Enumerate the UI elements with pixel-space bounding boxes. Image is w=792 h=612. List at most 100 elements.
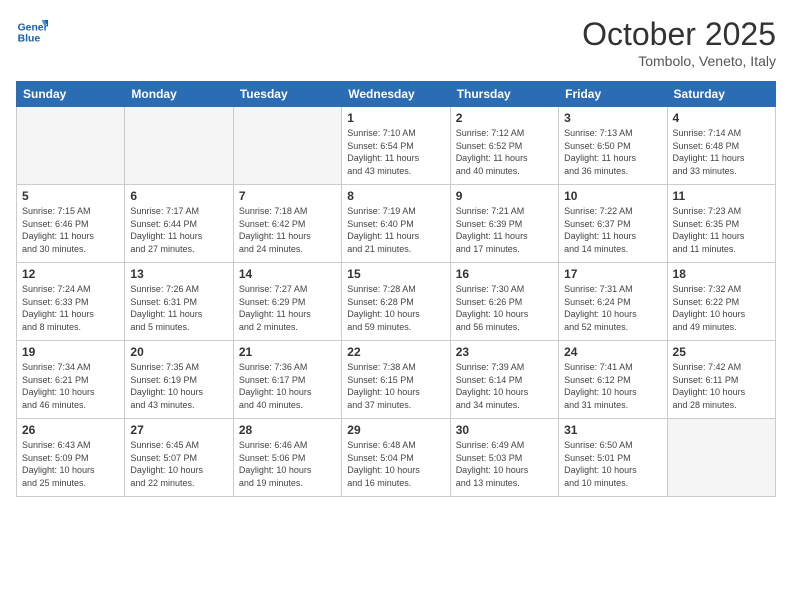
day-number: 14 (239, 267, 336, 281)
day-info: Sunrise: 7:38 AM Sunset: 6:15 PM Dayligh… (347, 361, 444, 411)
table-row: 24 Sunrise: 7:41 AM Sunset: 6:12 PM Dayli… (559, 341, 667, 419)
day-info: Sunrise: 7:21 AM Sunset: 6:39 PM Dayligh… (456, 205, 553, 255)
table-row: 19Sunrise: 7:34 AM Sunset: 6:21 PM Dayli… (17, 341, 125, 419)
table-row: 2Sunrise: 7:12 AM Sunset: 6:52 PM Daylig… (450, 107, 558, 185)
table-row: 31 Sunrise: 6:50 AM Sunset: 5:01 PM Dayli… (559, 419, 667, 497)
day-info: Sunrise: 6:43 AM Sunset: 5:09 PM Dayligh… (22, 439, 119, 489)
table-row: 6 Sunrise: 7:17 AM Sunset: 6:44 PM Daylig… (125, 185, 233, 263)
day-number: 15 (347, 267, 444, 281)
calendar-week-row: 5Sunrise: 7:15 AM Sunset: 6:46 PM Daylig… (17, 185, 776, 263)
day-info: Sunrise: 6:46 AM Sunset: 5:06 PM Dayligh… (239, 439, 336, 489)
table-row: 27 Sunrise: 6:45 AM Sunset: 5:07 PM Dayli… (125, 419, 233, 497)
table-row (233, 107, 341, 185)
table-row: 11Sunrise: 7:23 AM Sunset: 6:35 PM Dayli… (667, 185, 775, 263)
day-info: Sunrise: 7:14 AM Sunset: 6:48 PM Dayligh… (673, 127, 770, 177)
day-number: 5 (22, 189, 119, 203)
day-info: Sunrise: 7:10 AM Sunset: 6:54 PM Dayligh… (347, 127, 444, 177)
table-row: 29Sunrise: 6:48 AM Sunset: 5:04 PM Dayli… (342, 419, 450, 497)
day-number: 6 (130, 189, 227, 203)
table-row: 9 Sunrise: 7:21 AM Sunset: 6:39 PM Daylig… (450, 185, 558, 263)
calendar-subtitle: Tombolo, Veneto, Italy (582, 53, 776, 69)
table-row: 25 Sunrise: 7:42 AM Sunset: 6:11 PM Dayli… (667, 341, 775, 419)
table-row: 5Sunrise: 7:15 AM Sunset: 6:46 PM Daylig… (17, 185, 125, 263)
day-number: 24 (564, 345, 661, 359)
logo: General Blue (16, 16, 52, 48)
day-number: 30 (456, 423, 553, 437)
day-info: Sunrise: 6:50 AM Sunset: 5:01 PM Dayligh… (564, 439, 661, 489)
header-friday: Friday (559, 82, 667, 107)
day-number: 2 (456, 111, 553, 125)
day-number: 22 (347, 345, 444, 359)
calendar-title: October 2025 (582, 16, 776, 53)
day-info: Sunrise: 7:19 AM Sunset: 6:40 PM Dayligh… (347, 205, 444, 255)
day-info: Sunrise: 7:32 AM Sunset: 6:22 PM Dayligh… (673, 283, 770, 333)
table-row (667, 419, 775, 497)
day-info: Sunrise: 7:22 AM Sunset: 6:37 PM Dayligh… (564, 205, 661, 255)
table-row: 7Sunrise: 7:18 AM Sunset: 6:42 PM Daylig… (233, 185, 341, 263)
day-number: 17 (564, 267, 661, 281)
table-row: 3 Sunrise: 7:13 AM Sunset: 6:50 PM Daylig… (559, 107, 667, 185)
table-row: 18 Sunrise: 7:32 AM Sunset: 6:22 PM Dayli… (667, 263, 775, 341)
header: General Blue October 2025 Tombolo, Venet… (16, 16, 776, 69)
day-number: 10 (564, 189, 661, 203)
day-number: 31 (564, 423, 661, 437)
day-info: Sunrise: 7:36 AM Sunset: 6:17 PM Dayligh… (239, 361, 336, 411)
day-info: Sunrise: 7:30 AM Sunset: 6:26 PM Dayligh… (456, 283, 553, 333)
day-info: Sunrise: 7:31 AM Sunset: 6:24 PM Dayligh… (564, 283, 661, 333)
day-info: Sunrise: 7:26 AM Sunset: 6:31 PM Dayligh… (130, 283, 227, 333)
day-number: 12 (22, 267, 119, 281)
table-row: 28 Sunrise: 6:46 AM Sunset: 5:06 PM Dayli… (233, 419, 341, 497)
day-info: Sunrise: 7:18 AM Sunset: 6:42 PM Dayligh… (239, 205, 336, 255)
table-row: 22 Sunrise: 7:38 AM Sunset: 6:15 PM Dayli… (342, 341, 450, 419)
day-number: 18 (673, 267, 770, 281)
day-number: 27 (130, 423, 227, 437)
table-row: 12Sunrise: 7:24 AM Sunset: 6:33 PM Dayli… (17, 263, 125, 341)
table-row: 23 Sunrise: 7:39 AM Sunset: 6:14 PM Dayli… (450, 341, 558, 419)
table-row: 20 Sunrise: 7:35 AM Sunset: 6:19 PM Dayli… (125, 341, 233, 419)
day-number: 11 (673, 189, 770, 203)
day-number: 20 (130, 345, 227, 359)
calendar-week-row: 12Sunrise: 7:24 AM Sunset: 6:33 PM Dayli… (17, 263, 776, 341)
header-monday: Monday (125, 82, 233, 107)
day-info: Sunrise: 7:13 AM Sunset: 6:50 PM Dayligh… (564, 127, 661, 177)
day-number: 26 (22, 423, 119, 437)
day-info: Sunrise: 7:39 AM Sunset: 6:14 PM Dayligh… (456, 361, 553, 411)
day-number: 16 (456, 267, 553, 281)
table-row: 1 Sunrise: 7:10 AM Sunset: 6:54 PM Daylig… (342, 107, 450, 185)
table-row: 26 Sunrise: 6:43 AM Sunset: 5:09 PM Dayli… (17, 419, 125, 497)
day-number: 4 (673, 111, 770, 125)
day-number: 28 (239, 423, 336, 437)
day-info: Sunrise: 7:35 AM Sunset: 6:19 PM Dayligh… (130, 361, 227, 411)
day-info: Sunrise: 7:34 AM Sunset: 6:21 PM Dayligh… (22, 361, 119, 411)
day-number: 13 (130, 267, 227, 281)
day-info: Sunrise: 6:45 AM Sunset: 5:07 PM Dayligh… (130, 439, 227, 489)
calendar-week-row: 26 Sunrise: 6:43 AM Sunset: 5:09 PM Dayli… (17, 419, 776, 497)
table-row: 15Sunrise: 7:28 AM Sunset: 6:28 PM Dayli… (342, 263, 450, 341)
day-number: 1 (347, 111, 444, 125)
table-row (17, 107, 125, 185)
title-block: October 2025 Tombolo, Veneto, Italy (582, 16, 776, 69)
header-wednesday: Wednesday (342, 82, 450, 107)
table-row: 10 Sunrise: 7:22 AM Sunset: 6:37 PM Dayli… (559, 185, 667, 263)
day-info: Sunrise: 7:17 AM Sunset: 6:44 PM Dayligh… (130, 205, 227, 255)
day-info: Sunrise: 7:27 AM Sunset: 6:29 PM Dayligh… (239, 283, 336, 333)
calendar-page: General Blue October 2025 Tombolo, Venet… (0, 0, 792, 612)
logo-icon: General Blue (16, 16, 48, 48)
table-row: 14 Sunrise: 7:27 AM Sunset: 6:29 PM Dayli… (233, 263, 341, 341)
day-number: 25 (673, 345, 770, 359)
calendar-body: 1 Sunrise: 7:10 AM Sunset: 6:54 PM Daylig… (17, 107, 776, 497)
day-number: 9 (456, 189, 553, 203)
table-row: 13 Sunrise: 7:26 AM Sunset: 6:31 PM Dayli… (125, 263, 233, 341)
day-info: Sunrise: 7:42 AM Sunset: 6:11 PM Dayligh… (673, 361, 770, 411)
table-row: 17 Sunrise: 7:31 AM Sunset: 6:24 PM Dayli… (559, 263, 667, 341)
day-number: 29 (347, 423, 444, 437)
table-row: 21Sunrise: 7:36 AM Sunset: 6:17 PM Dayli… (233, 341, 341, 419)
table-row: 30 Sunrise: 6:49 AM Sunset: 5:03 PM Dayli… (450, 419, 558, 497)
calendar-table: Sunday Monday Tuesday Wednesday Thursday… (16, 81, 776, 497)
day-number: 23 (456, 345, 553, 359)
header-sunday: Sunday (17, 82, 125, 107)
table-row: 8Sunrise: 7:19 AM Sunset: 6:40 PM Daylig… (342, 185, 450, 263)
day-number: 3 (564, 111, 661, 125)
day-info: Sunrise: 6:49 AM Sunset: 5:03 PM Dayligh… (456, 439, 553, 489)
day-info: Sunrise: 7:41 AM Sunset: 6:12 PM Dayligh… (564, 361, 661, 411)
